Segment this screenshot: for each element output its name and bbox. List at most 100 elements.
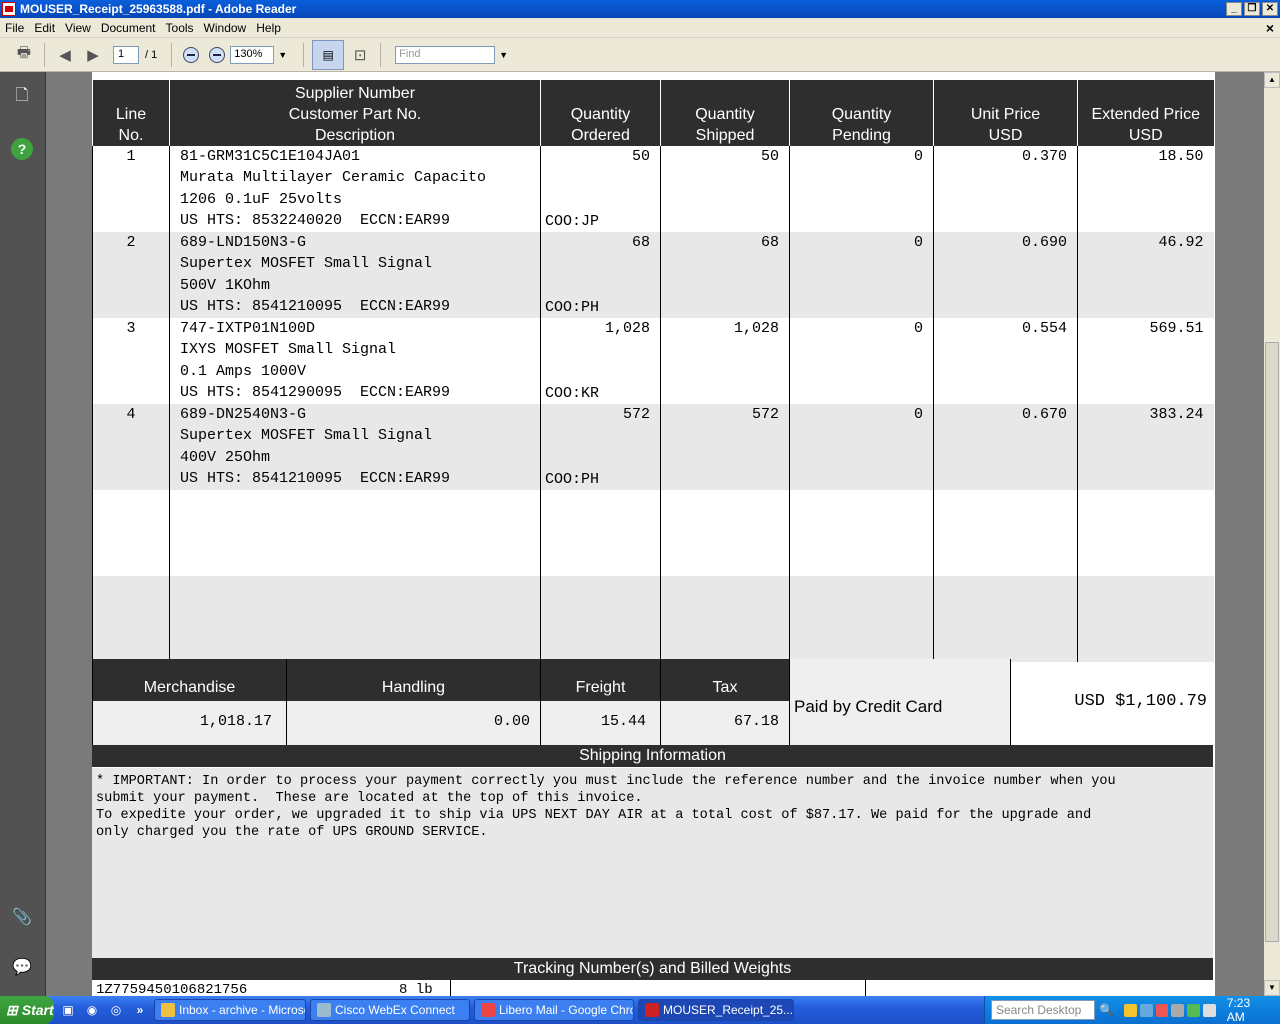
header-line-no: Line No.	[92, 80, 170, 146]
menu-window[interactable]: Window	[199, 21, 252, 35]
part-description: 689-DN2540N3-G Supertex MOSFET Small Sign…	[169, 404, 541, 490]
merchandise-cell: Merchandise 1,018.17	[92, 659, 286, 745]
browser-icon[interactable]: ◉	[82, 1001, 102, 1019]
fit-width-icon[interactable]: ▤	[312, 39, 345, 70]
next-page-icon[interactable]: ▶	[81, 43, 105, 67]
scrollbar-thumb[interactable]	[1265, 342, 1279, 942]
country-of-origin: COO:KR	[545, 384, 600, 402]
find-input[interactable]: Find	[395, 45, 496, 64]
tracking-divider	[865, 980, 866, 996]
pdf-icon	[2, 2, 16, 16]
menu-document[interactable]: Document	[96, 21, 161, 35]
print-icon[interactable]: 🖶	[12, 43, 36, 67]
grand-total: USD $1,100.79	[1010, 659, 1213, 745]
find-dropdown-icon[interactable]: ▼	[499, 50, 508, 60]
fit-page-icon[interactable]: ⊡	[348, 43, 372, 67]
menu-help[interactable]: Help	[251, 21, 286, 35]
tray-app-icon[interactable]	[1187, 1003, 1200, 1017]
zoom-out-icon[interactable]	[183, 46, 200, 63]
tracking-header: Tracking Number(s) and Billed Weights	[92, 958, 1213, 980]
tray-app-icon[interactable]	[1171, 1003, 1185, 1017]
table-row: 2 689-LND150N3-G Supertex MOSFET Small Si…	[92, 232, 1214, 318]
menu-file[interactable]: File	[0, 21, 29, 35]
table-header-row: Line No. Supplier Number Customer Part No.…	[92, 80, 1214, 146]
cmd-icon[interactable]: ▣	[58, 1001, 78, 1019]
chrome-icon[interactable]: ◎	[106, 1001, 126, 1019]
task-outlook[interactable]: Inbox - archive - Microso...	[154, 999, 306, 1021]
page-number-input[interactable]: 1	[113, 45, 139, 64]
qty-pending: 0	[789, 318, 934, 404]
close-button[interactable]: ✕	[1262, 2, 1278, 16]
qty-shipped: 50	[660, 146, 790, 232]
handling-cell: Handling 0.00	[286, 659, 540, 745]
attachment-icon[interactable]: 📎	[11, 906, 33, 928]
merchandise-value: 1,018.17	[93, 701, 286, 745]
zoom-in-icon[interactable]	[209, 46, 226, 63]
header-qty-shipped: Quantity Shipped	[660, 80, 790, 146]
document-viewport[interactable]: Line No. Supplier Number Customer Part No.…	[46, 72, 1264, 996]
payment-method: Paid by Credit Card	[789, 659, 1010, 745]
toolbar: 🖶 ◀ ▶ 1 / 1 130% ▼ ▤ ⊡ Find ▼	[0, 38, 1280, 72]
task-chrome[interactable]: Libero Mail - Google Chro...	[474, 999, 634, 1021]
menu-view[interactable]: View	[60, 21, 96, 35]
zoom-input[interactable]: 130%	[230, 45, 275, 64]
task-adobe-reader[interactable]: MOUSER_Receipt_25...	[638, 999, 794, 1021]
document-close-icon[interactable]: ×	[1266, 20, 1274, 36]
header-extended-price: Extended Price USD	[1077, 80, 1214, 146]
unit-price: 0.554	[933, 318, 1078, 404]
table-row: 3 747-IXTP01N100D IXYS MOSFET Small Signa…	[92, 318, 1214, 404]
help-icon[interactable]: ?	[11, 138, 33, 160]
table-row: 4 689-DN2540N3-G Supertex MOSFET Small Si…	[92, 404, 1214, 490]
tracking-row: 1Z7759450106821756 8 lb	[92, 980, 1213, 996]
pages-icon[interactable]: 🗋	[11, 86, 33, 108]
chrome-icon	[481, 1003, 495, 1017]
windows-logo-icon: ⊞	[6, 1001, 18, 1018]
scroll-down-icon[interactable]: ▼	[1264, 980, 1280, 996]
shipping-note: * IMPORTANT: In order to process your pa…	[92, 768, 1213, 958]
handling-value: 0.00	[287, 701, 540, 745]
window-titlebar: MOUSER_Receipt_25963588.pdf - Adobe Read…	[0, 0, 1280, 18]
qty-pending: 0	[789, 146, 934, 232]
line-number: 4	[92, 404, 170, 490]
country-of-origin: COO:PH	[545, 298, 600, 316]
restore-button[interactable]: ❐	[1244, 2, 1260, 16]
task-webex[interactable]: Cisco WebEx Connect	[310, 999, 470, 1021]
quicklaunch-more-icon[interactable]: »	[130, 1001, 150, 1019]
scroll-up-icon[interactable]: ▲	[1264, 72, 1280, 88]
line-number: 3	[92, 318, 170, 404]
previous-page-icon[interactable]: ◀	[53, 43, 77, 67]
totals-section: Merchandise 1,018.17 Handling 0.00 Freig…	[92, 659, 1213, 745]
minimize-button[interactable]: _	[1226, 2, 1242, 16]
window-title: MOUSER_Receipt_25963588.pdf - Adobe Read…	[20, 2, 297, 16]
toolbar-divider	[380, 42, 382, 67]
volume-icon[interactable]	[1203, 1003, 1216, 1017]
qty-shipped: 572	[660, 404, 790, 490]
qty-ordered: 50 COO:JP	[540, 146, 661, 232]
empty-row	[92, 576, 1214, 662]
toolbar-divider	[171, 42, 173, 67]
antivirus-icon[interactable]	[1155, 1003, 1169, 1017]
handling-label: Handling	[287, 659, 540, 701]
start-button[interactable]: ⊞ Start	[0, 996, 54, 1024]
qty-ordered: 1,028 COO:KR	[540, 318, 661, 404]
header-qty-ordered: Quantity Ordered	[540, 80, 661, 146]
unit-price: 0.370	[933, 146, 1078, 232]
pdf-icon	[645, 1003, 659, 1017]
webex-icon	[317, 1003, 331, 1017]
tax-label: Tax	[661, 659, 789, 701]
part-description: 81-GRM31C5C1E104JA01 Murata Multilayer Ce…	[169, 146, 541, 232]
clock[interactable]: 7:23 AM	[1227, 996, 1270, 1024]
search-icon[interactable]: 🔍	[1099, 1003, 1114, 1017]
network-icon[interactable]	[1139, 1003, 1153, 1017]
menu-edit[interactable]: Edit	[29, 21, 60, 35]
comments-icon[interactable]: 💬	[11, 956, 33, 978]
vertical-scrollbar[interactable]: ▲ ▼	[1264, 72, 1280, 996]
extended-price: 18.50	[1077, 146, 1214, 232]
zoom-dropdown-icon[interactable]: ▼	[278, 50, 287, 60]
toolbar-divider	[303, 42, 305, 67]
menu-tools[interactable]: Tools	[161, 21, 199, 35]
mail-icon[interactable]	[1124, 1003, 1137, 1017]
search-desktop-input[interactable]: Search Desktop	[990, 1000, 1096, 1020]
freight-label: Freight	[541, 659, 660, 701]
extended-price: 569.51	[1077, 318, 1214, 404]
